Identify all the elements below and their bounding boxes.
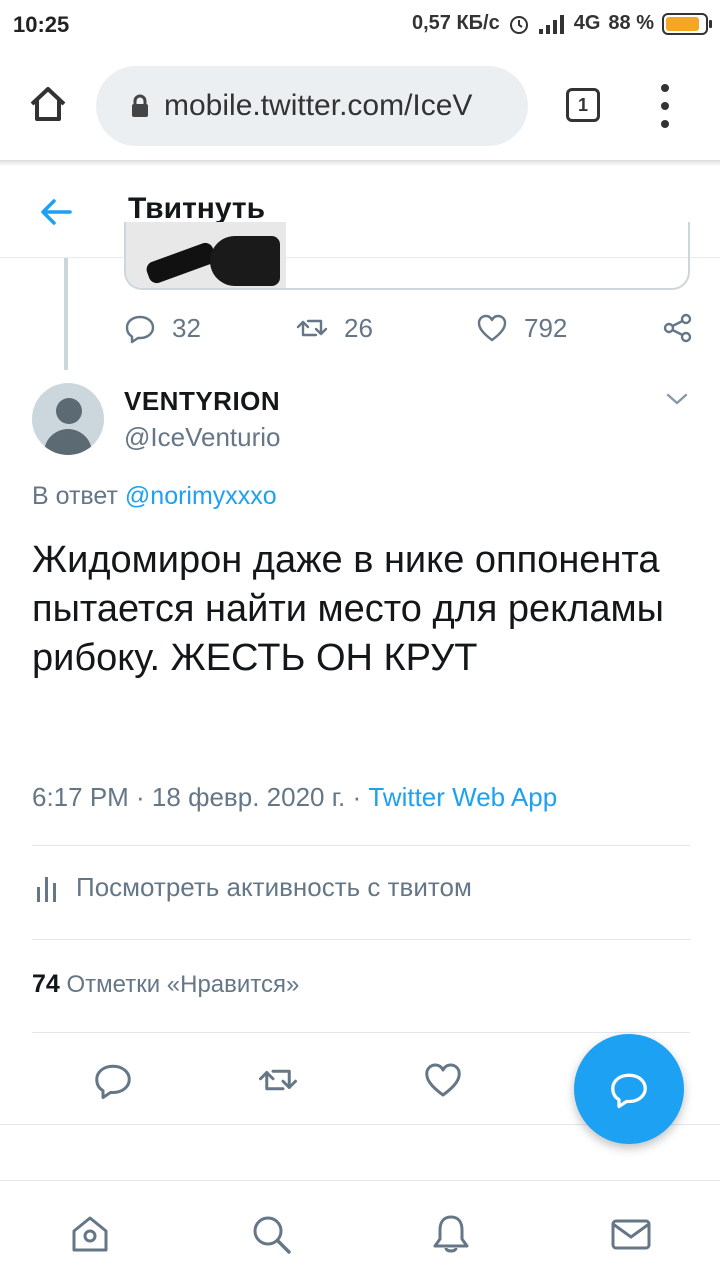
avatar-head	[56, 398, 82, 424]
back-arrow-icon[interactable]	[36, 192, 76, 232]
parent-retweet-button[interactable]: 26	[296, 312, 476, 344]
url-text: mobile.twitter.com/IceV	[164, 89, 473, 122]
view-activity-label: Посмотреть активность с твитом	[76, 872, 472, 902]
reply-prefix: В ответ	[32, 482, 118, 510]
heart-icon	[477, 314, 507, 342]
home-icon	[30, 87, 66, 121]
menu-dot	[661, 102, 669, 110]
home-icon[interactable]	[69, 1213, 111, 1255]
parent-reply-button[interactable]: 32	[124, 312, 296, 344]
avatar[interactable]	[32, 383, 104, 455]
search-icon[interactable]	[250, 1213, 292, 1255]
tweet-timestamp[interactable]: 6:17 PM · 18 февр. 2020 г. ·	[32, 782, 368, 812]
parent-tweet-actions: 32 26 792	[124, 306, 694, 350]
reply-icon[interactable]	[93, 1060, 133, 1100]
parent-like-button[interactable]: 792	[476, 312, 656, 344]
divider	[32, 1032, 690, 1033]
divider	[32, 845, 690, 846]
tab-switcher-button[interactable]: 1	[566, 88, 600, 122]
status-bar: 10:25 0,57 КБ/с 4G 88 %	[0, 0, 720, 50]
quoted-tweet-image	[126, 222, 286, 288]
user-handle[interactable]: @IceVenturio	[124, 422, 280, 453]
user-display-name[interactable]: VENTYRION	[124, 386, 280, 417]
heart-icon[interactable]	[423, 1060, 463, 1100]
tweet-source-link[interactable]: Twitter Web App	[368, 782, 557, 812]
compose-reply-button[interactable]	[574, 1034, 684, 1144]
likes-label: Отметки «Нравится»	[66, 971, 300, 998]
bell-icon[interactable]	[430, 1213, 472, 1255]
likes-count: 74	[32, 970, 60, 998]
battery-fill	[666, 16, 700, 31]
chevron-down-icon[interactable]	[664, 386, 690, 412]
menu-dot	[661, 120, 669, 128]
bar-chart-icon	[37, 876, 56, 902]
browser-toolbar: mobile.twitter.com/IceV 1	[0, 50, 720, 162]
network-speed: 0,57 КБ/с	[411, 12, 500, 34]
like-count: 792	[524, 312, 568, 343]
browser-menu-button[interactable]	[650, 84, 680, 128]
view-activity-link[interactable]: Посмотреть активность с твитом	[36, 872, 472, 903]
alarm-icon	[509, 15, 528, 34]
share-icon	[663, 313, 692, 343]
divider	[32, 939, 690, 940]
image-shape	[210, 236, 280, 286]
quoted-tweet-card[interactable]	[124, 222, 690, 290]
browser-home-button[interactable]	[20, 76, 76, 132]
retweet-count: 26	[344, 312, 373, 343]
status-indicators: 0,57 КБ/с 4G 88 %	[411, 12, 712, 35]
bottom-navigation	[0, 1180, 720, 1280]
signal-icon	[538, 14, 564, 34]
thread-connector-line	[64, 258, 68, 370]
reply-mention-link[interactable]: @norimyxxxo	[125, 482, 277, 510]
battery-icon	[662, 12, 712, 35]
image-shape	[144, 240, 218, 286]
likes-summary[interactable]: 74 Отметки «Нравится»	[32, 970, 299, 999]
retweet-icon[interactable]	[258, 1060, 298, 1100]
battery-percent: 88 %	[608, 12, 654, 34]
address-bar[interactable]: mobile.twitter.com/IceV	[96, 66, 528, 146]
tweet-text: Жидомирон даже в нике оппонента пытается…	[32, 539, 664, 679]
status-time: 10:25	[13, 12, 70, 37]
avatar-body	[44, 429, 92, 455]
reply-icon	[125, 315, 155, 344]
tweet-metadata: 6:17 PM · 18 февр. 2020 г. · Twitter Web…	[32, 782, 557, 813]
compose-reply-icon	[611, 1073, 647, 1109]
page-title: Твитнуть	[128, 192, 266, 225]
retweet-icon	[296, 319, 328, 337]
reply-context: В ответ @norimyxxxo	[32, 482, 277, 511]
lock-icon	[132, 94, 148, 117]
parent-share-button[interactable]	[662, 312, 694, 344]
menu-dot	[661, 84, 669, 92]
reply-count: 32	[172, 312, 201, 343]
mail-icon[interactable]	[610, 1213, 652, 1255]
network-type: 4G	[573, 12, 601, 34]
